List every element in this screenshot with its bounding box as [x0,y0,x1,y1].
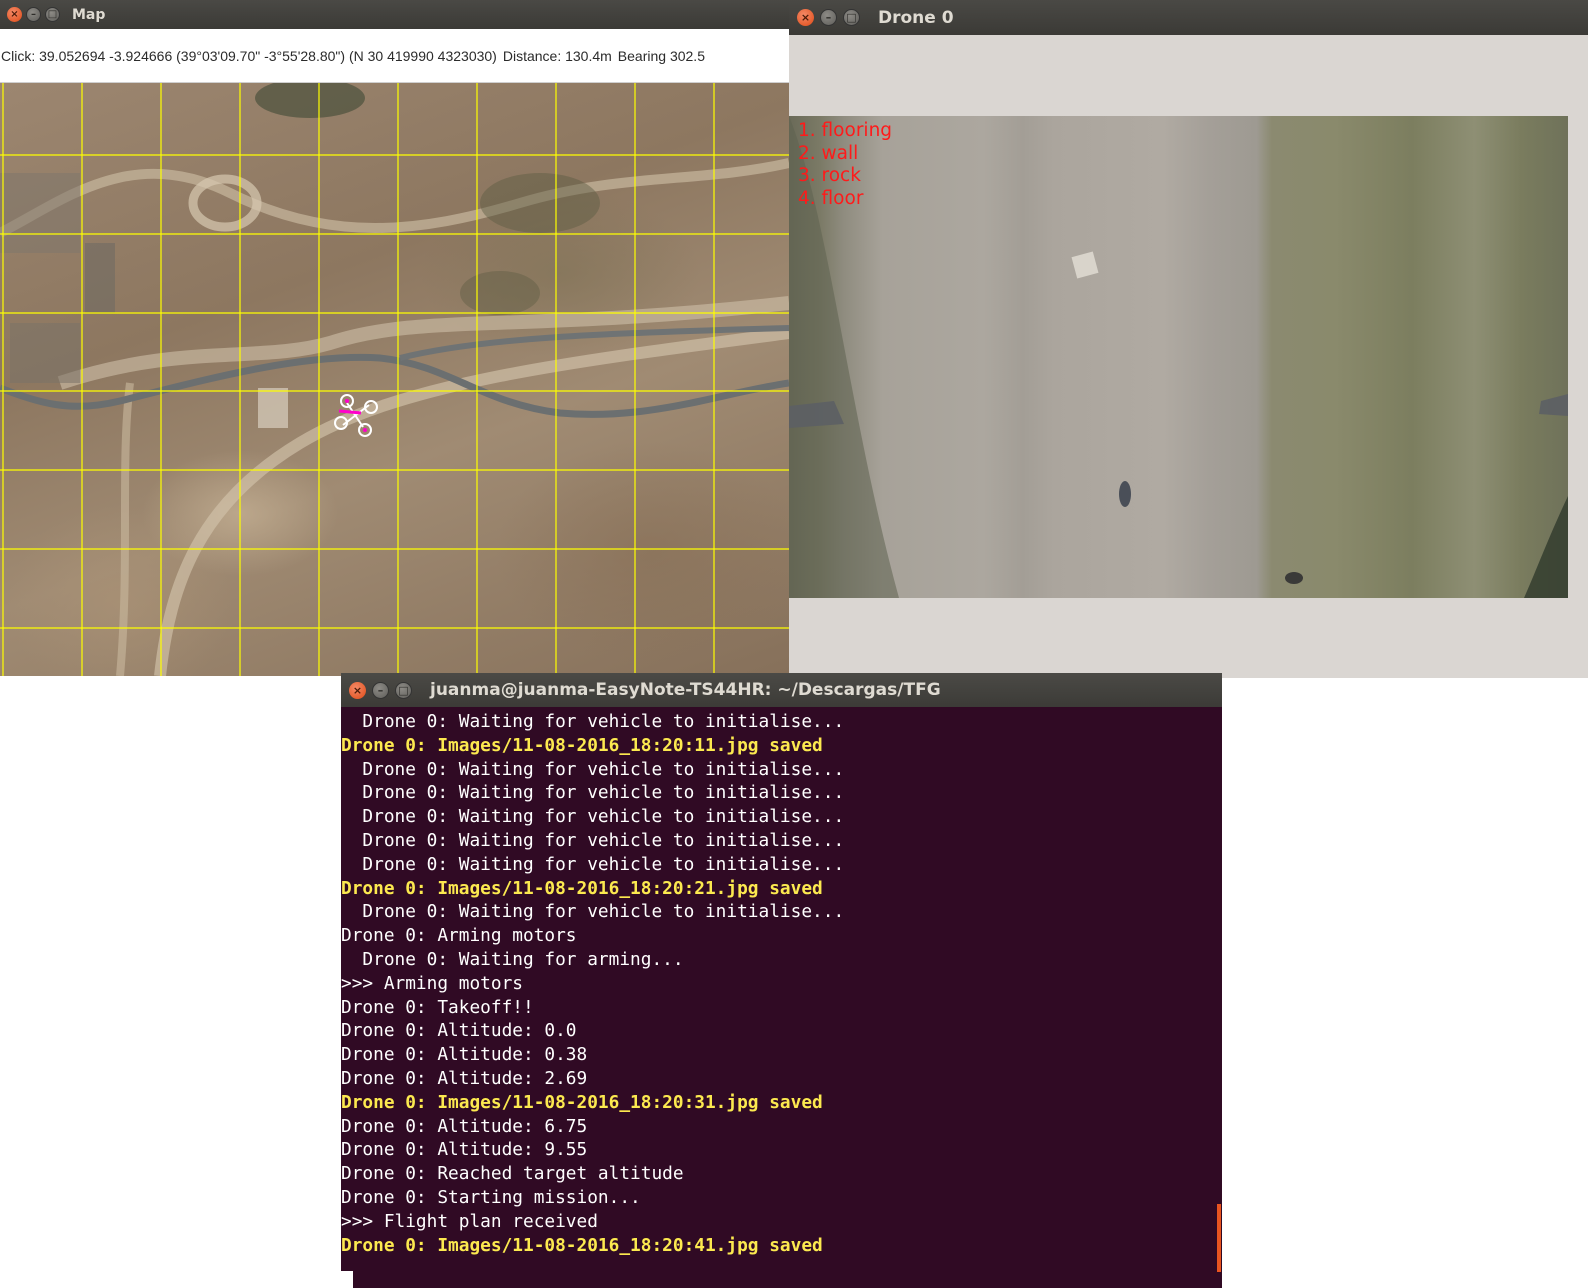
terminal-line: >>> Arming motors [341,972,523,994]
camera-scene [789,116,1568,598]
map-terrain [0,83,789,676]
satellite-map[interactable] [0,83,789,676]
classification-labels: 1. flooring 2. wall 3. rock 4. floor [798,120,892,210]
terminal-maximize-button[interactable]: □ [395,681,412,699]
terminal-line: Drone 0: Waiting for arming... [341,948,684,970]
terminal-minimize-button[interactable]: – [372,681,389,699]
terminal-line: Drone 0: Altitude: 9.55 [341,1139,588,1161]
terminal-line: Drone 0: Waiting for vehicle to initiali… [341,782,845,804]
terminal-line-saved: Drone 0: Images/11-08-2016_18:20:41.jpg … [341,1234,823,1256]
terminal-line: Drone 0: Altitude: 2.69 [341,1067,588,1089]
drone-maximize-button[interactable]: □ [843,9,860,26]
terminal-line-saved: Drone 0: Images/11-08-2016_18:20:11.jpg … [341,734,823,756]
terminal-line: Drone 0: Reached target altitude [341,1163,684,1185]
label-item: 3. rock [798,165,861,186]
map-window-titlebar[interactable]: × – □ Map [0,0,789,29]
drone-window-title: Drone 0 [878,7,954,28]
terminal-line: Drone 0: Waiting for vehicle to initiali… [341,853,845,875]
terminal-title: juanma@juanma-EasyNote-TS44HR: ~/Descarg… [430,680,941,700]
map-info-bar: Click: 39.052694 -3.924666 (39°03'09.70"… [0,29,789,83]
terminal-line: Drone 0: Arming motors [341,925,577,947]
map-close-button[interactable]: × [7,7,22,22]
drone-close-button[interactable]: × [797,9,814,26]
label-item: 2. wall [798,142,859,164]
drone-camera-window: × – □ Drone 0 1. flooring 2. wall 3. roc… [789,0,1588,678]
label-item: 1. flooring [798,120,893,141]
map-grid [0,83,789,676]
map-maximize-button[interactable]: □ [45,7,60,22]
terminal-close-button[interactable]: × [349,681,366,699]
person-figure [1119,481,1131,507]
terminal-window: × – □ juanma@juanma-EasyNote-TS44HR: ~/D… [341,673,1222,1288]
terminal-line: Drone 0: Waiting for vehicle to initiali… [341,711,845,732]
terminal-titlebar[interactable]: × – □ juanma@juanma-EasyNote-TS44HR: ~/D… [341,673,1222,707]
desktop-background [341,1271,353,1288]
map-window: × – □ Map Click: 39.052694 -3.924666 (39… [0,0,789,676]
terminal-line-saved: Drone 0: Images/11-08-2016_18:20:21.jpg … [341,877,823,899]
map-minimize-button[interactable]: – [26,7,41,22]
terminal-line: >>> Flight plan received [341,1210,598,1232]
terminal-line: Drone 0: Waiting for vehicle to initiali… [341,758,845,780]
terminal-scrollbar[interactable] [1217,1204,1221,1272]
terminal-line: Drone 0: Waiting for vehicle to initiali… [341,806,845,828]
terminal-line: Drone 0: Takeoff!! [341,996,534,1018]
terminal-line: Drone 0: Waiting for vehicle to initiali… [341,901,845,923]
terminal-line: Drone 0: Waiting for vehicle to initiali… [341,829,845,851]
terminal-output[interactable]: Drone 0: Waiting for vehicle to initiali… [341,707,1222,1288]
click-coordinates: Click: 39.052694 -3.924666 (39°03'09.70"… [1,47,497,64]
label-item: 4. floor [798,187,864,209]
drone-minimize-button[interactable]: – [820,9,837,26]
map-overlay [0,83,789,676]
map-window-title: Map [72,6,106,23]
terminal-line: Drone 0: Starting mission... [341,1186,641,1208]
terminal-line-saved: Drone 0: Images/11-08-2016_18:20:31.jpg … [341,1091,823,1113]
white-marker [1071,251,1099,279]
distance-readout: Distance: 130.4m [502,47,612,64]
bearing-readout: Bearing 302.5 [617,47,705,64]
drone-window-titlebar[interactable]: × – □ Drone 0 [789,0,1588,35]
camera-feed: 1. flooring 2. wall 3. rock 4. floor [789,116,1568,598]
terminal-line: Drone 0: Altitude: 0.38 [341,1044,588,1066]
terminal-line: Drone 0: Altitude: 0.0 [341,1020,577,1042]
terminal-line: Drone 0: Altitude: 6.75 [341,1115,588,1137]
